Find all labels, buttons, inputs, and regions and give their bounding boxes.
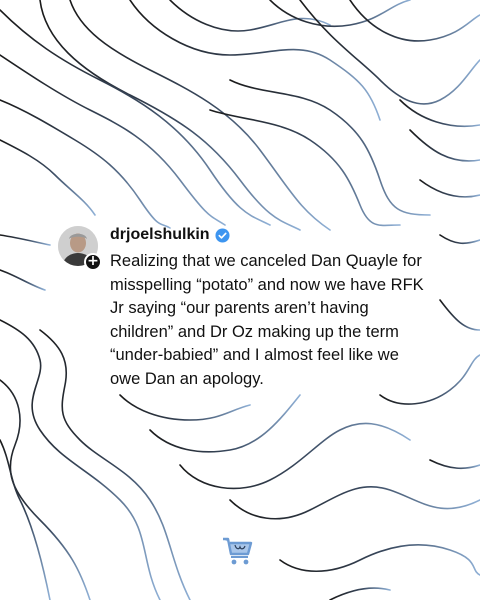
username-row: drjoelshulkin — [110, 226, 230, 244]
username[interactable]: drjoelshulkin — [110, 226, 210, 244]
post-text: Realizing that we canceled Dan Quayle fo… — [110, 252, 424, 388]
shopping-cart-logo-icon — [223, 537, 253, 565]
verified-badge-icon — [215, 227, 230, 243]
follow-plus-button[interactable]: + — [84, 253, 102, 271]
